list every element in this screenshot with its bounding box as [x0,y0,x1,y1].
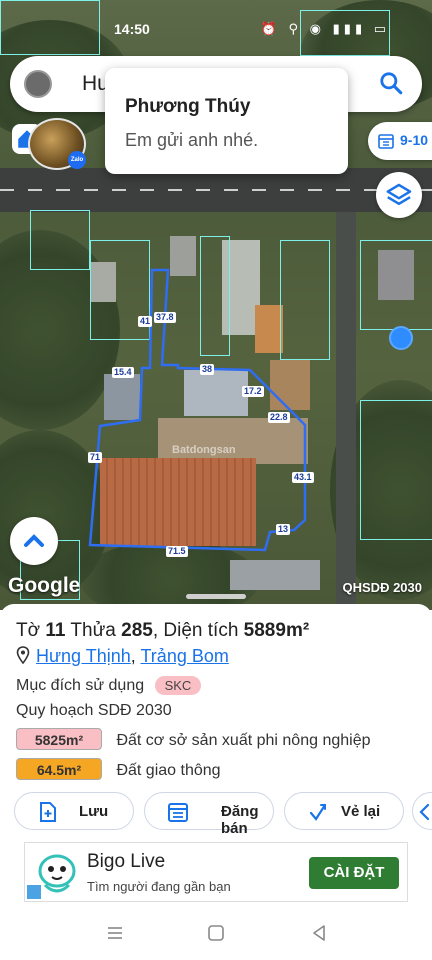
planning-layer-label: QHSDĐ 2030 [342,580,422,595]
ad-title: Bigo Live [87,851,166,872]
search-avatar[interactable] [24,70,52,98]
add-file-icon [40,802,56,822]
expand-panel-button[interactable] [10,517,58,565]
my-location-dot [389,326,413,350]
zalo-badge-icon: Zalo [68,151,86,169]
area-badge: 5825m² [16,728,102,750]
notification-sender: Phương Thúy [125,96,251,117]
system-nav-bar [0,906,432,960]
status-icons: ⏰ ⚲ ◉ ▮▮▮ ▭ [260,21,390,36]
location-separator: , [130,646,136,666]
more-actions-button[interactable] [412,792,432,830]
area-label: , Diện tích [152,620,239,641]
status-bar: 14:50 ⏰ ⚲ ◉ ▮▮▮ ▭ [0,18,432,40]
layers-icon [386,183,412,206]
dimension-label: 37.8 [154,312,176,323]
dimension-label: 17.2 [242,386,264,397]
dimension-label: 71.5 [166,546,188,557]
map-view[interactable]: 41 37.8 15.4 38 17.2 22.8 71 43.1 13 71.… [0,0,432,610]
search-icon[interactable] [378,70,404,96]
sheet-drag-handle[interactable] [186,594,246,599]
date-chip[interactable]: 9-10 [368,122,432,160]
area-value: 5889m² [243,620,310,641]
sheet-number: 11 [45,620,66,641]
dimension-label: 13 [276,524,291,535]
purpose-code-chip: SKC [154,676,202,695]
dimension-label: 41 [138,316,153,327]
location-row: Hưng Thịnh, Trảng Bom [16,646,229,667]
message-notification[interactable]: Phương Thúy Em gửi anh nhé. [105,68,348,174]
purpose-label: Mục đích sử dụng [16,677,145,694]
map-watermark: Batdongsan [172,444,236,456]
area-breakdown-row: 64.5m² Đất giao thông [16,758,221,780]
ad-banner[interactable]: Bigo Live Tìm người đang gần bạn CÀI ĐẶT [24,842,408,902]
sheet-label: Tờ [16,620,41,641]
parcel-number: 285 [121,620,153,641]
install-button[interactable]: CÀI ĐẶT [309,857,399,889]
dimension-label: 22.8 [268,412,290,423]
home-nav-icon[interactable] [207,924,225,942]
area-use-label: Đất giao thông [116,762,221,779]
status-time: 14:50 [114,21,150,37]
redraw-label: Vẻ lại [341,803,381,820]
notification-message: Em gửi anh nhé. [125,130,259,150]
recent-apps-icon[interactable] [106,924,124,942]
redraw-button[interactable]: Vẻ lại [284,792,404,830]
layers-button[interactable] [376,172,422,218]
post-for-sale-button[interactable]: Đăng bán [144,792,274,837]
district-link[interactable]: Trảng Bom [140,646,228,666]
ad-choices-icon[interactable] [27,885,41,899]
save-button[interactable]: Lưu [14,792,134,830]
google-logo: Google [8,574,81,597]
back-icon[interactable] [310,924,328,942]
area-use-label: Đất cơ sở sản xuất phi nông nghiệp [116,732,371,749]
dimension-label: 43.1 [292,472,314,483]
dimension-label: 38 [200,364,215,375]
parcel-label: Thửa [70,620,116,641]
land-use-purpose-row: Mục đích sử dụng SKC [16,676,202,695]
calendar-icon [378,134,394,149]
ad-subtitle: Tìm người đang gần bạn [87,879,231,894]
dimension-label: 15.4 [112,367,134,378]
post-label: Đăng bán [221,803,259,837]
draw-pen-icon [309,803,327,821]
chevron-up-icon [24,534,44,547]
plan-row: Quy hoạch SDĐ 2030 [16,702,172,719]
dimension-label: 71 [88,452,103,463]
area-badge: 64.5m² [16,758,102,780]
parcel-title: Tờ 11 Thửa 285, Diện tích 5889m² [16,620,309,642]
map-pin-icon [16,646,30,664]
save-label: Lưu [79,803,109,820]
chevron-left-icon [419,803,430,821]
commune-link[interactable]: Hưng Thịnh [36,646,131,666]
calendar-icon [168,803,188,822]
area-breakdown-row: 5825m² Đất cơ sở sản xuất phi nông nghiệ… [16,728,370,750]
date-chip-label: 9-10 [400,132,429,148]
